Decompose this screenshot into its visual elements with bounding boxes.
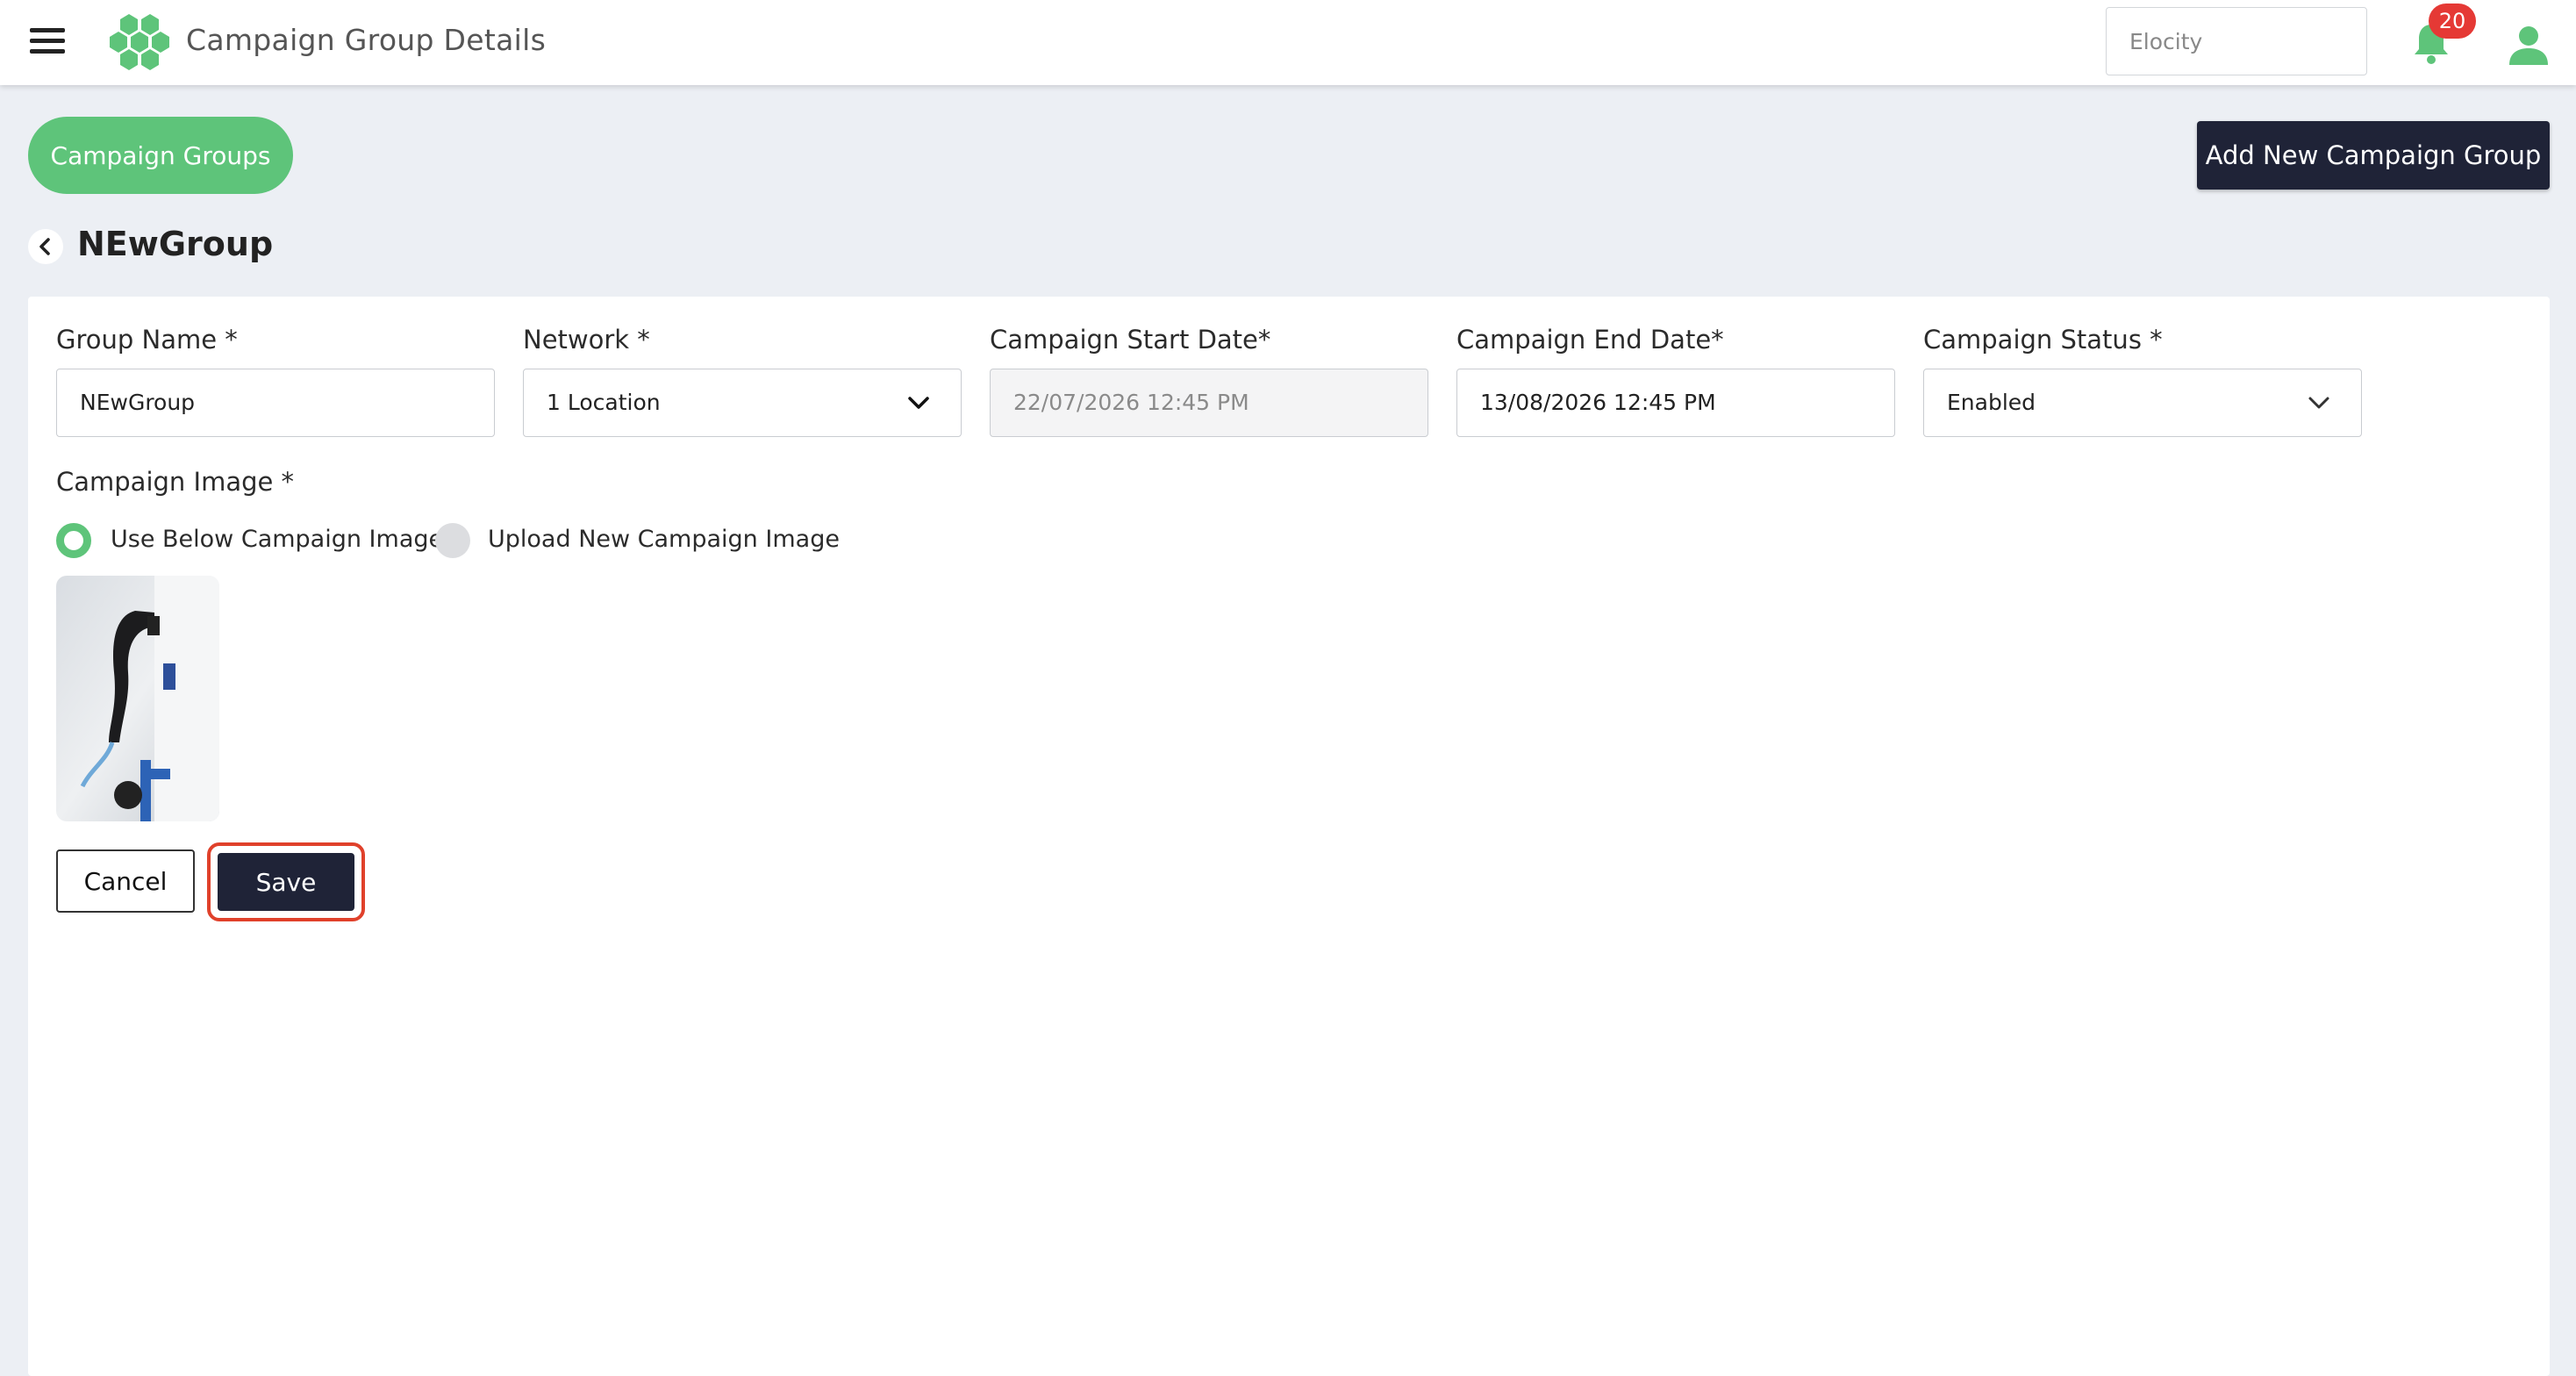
notification-count-badge: 20 <box>2429 4 2476 39</box>
cancel-button[interactable]: Cancel <box>56 849 195 913</box>
status-select[interactable]: Enabled <box>1923 369 2362 437</box>
upload-new-image-label: Upload New Campaign Image <box>488 526 840 553</box>
page-title: NEwGroup <box>77 225 274 263</box>
app-title: Campaign Group Details <box>186 23 547 57</box>
network-value: 1 Location <box>547 390 661 415</box>
use-existing-image-radio[interactable] <box>56 523 91 558</box>
campaign-group-form: Group Name * NEwGroup Network * 1 Locati… <box>28 297 2550 1376</box>
add-new-campaign-group-button[interactable]: Add New Campaign Group <box>2197 121 2550 190</box>
use-existing-image-label: Use Below Campaign Image <box>111 526 444 553</box>
network-select[interactable]: 1 Location <box>523 369 962 437</box>
user-icon[interactable] <box>2508 25 2550 65</box>
organization-selector[interactable]: Elocity <box>2106 7 2367 75</box>
chevron-down-icon <box>2308 397 2329 409</box>
group-name-input[interactable]: NEwGroup <box>56 369 495 437</box>
chevron-left-icon <box>39 238 50 255</box>
hexagon-logo-icon <box>110 14 169 70</box>
status-label: Campaign Status * <box>1923 325 2163 355</box>
status-value: Enabled <box>1947 390 2036 415</box>
campaign-groups-button[interactable]: Campaign Groups <box>28 117 293 194</box>
end-date-input[interactable]: 13/08/2026 12:45 PM <box>1456 369 1895 437</box>
chevron-down-icon <box>908 397 929 409</box>
start-date-input: 22/07/2026 12:45 PM <box>990 369 1428 437</box>
upload-new-image-radio[interactable] <box>435 523 470 558</box>
back-button[interactable] <box>28 229 63 264</box>
group-name-label: Group Name * <box>56 325 238 355</box>
campaign-image-label: Campaign Image * <box>56 467 295 497</box>
top-app-bar: Campaign Group Details Elocity 20 <box>0 0 2576 85</box>
save-button-highlight: Save <box>207 842 365 921</box>
start-date-label: Campaign Start Date* <box>990 325 1271 355</box>
save-button[interactable]: Save <box>218 853 354 911</box>
network-label: Network * <box>523 325 650 355</box>
ev-charger-image <box>56 576 219 821</box>
campaign-image-thumbnail <box>56 576 219 821</box>
menu-icon[interactable] <box>30 28 65 56</box>
end-date-label: Campaign End Date* <box>1456 325 1724 355</box>
